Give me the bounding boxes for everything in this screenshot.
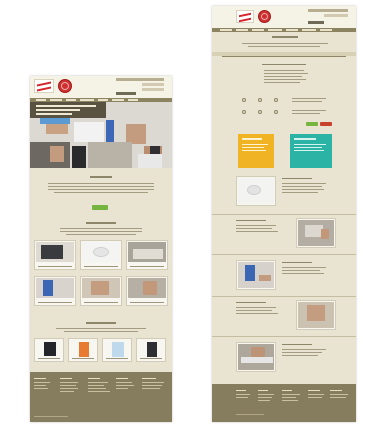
main-nav [212, 28, 356, 32]
product-card[interactable] [136, 338, 166, 362]
service-card[interactable] [34, 240, 76, 270]
info-panel-teal[interactable] [290, 134, 332, 168]
case-image [236, 260, 276, 290]
service-icon [242, 98, 246, 102]
quote-button[interactable] [306, 122, 318, 126]
page-title [272, 36, 298, 38]
screenshot-canvas [0, 0, 366, 426]
phone-link[interactable] [324, 14, 348, 17]
nav-item[interactable] [36, 99, 46, 101]
paragraph-line [48, 183, 154, 184]
section-heading [86, 322, 116, 324]
nav-item[interactable] [112, 99, 124, 101]
contact-button[interactable] [308, 21, 324, 24]
case-image [296, 300, 336, 330]
product-card[interactable] [34, 338, 64, 362]
top-link-bar[interactable] [116, 78, 164, 81]
case-image [236, 176, 276, 206]
service-icon [242, 110, 246, 114]
product-card[interactable] [68, 338, 98, 362]
nav-item[interactable] [252, 29, 264, 31]
service-card[interactable] [80, 276, 122, 306]
phone-link[interactable] [142, 83, 164, 86]
nav-item[interactable] [302, 29, 316, 31]
service-icon [274, 110, 278, 114]
site-header [30, 76, 172, 98]
nav-item[interactable] [98, 99, 108, 101]
nav-item[interactable] [286, 29, 298, 31]
info-panel-yellow[interactable] [238, 134, 274, 168]
nav-item[interactable] [128, 99, 138, 101]
nav-item[interactable] [220, 29, 232, 31]
service-icon [274, 98, 278, 102]
site-footer [30, 372, 172, 422]
service-icon [258, 110, 262, 114]
call-button[interactable] [320, 122, 332, 126]
hero-tagline [36, 105, 96, 107]
section-heading [86, 222, 116, 224]
nav-item[interactable] [66, 99, 76, 101]
site-header [212, 6, 356, 28]
site-footer [212, 384, 356, 422]
learn-more-button[interactable] [92, 205, 108, 210]
contact-button[interactable] [116, 92, 136, 95]
seal-icon [258, 10, 271, 23]
case-image [236, 342, 276, 372]
section-heading [262, 64, 306, 65]
nav-item[interactable] [50, 99, 62, 101]
service-card[interactable] [34, 276, 76, 306]
nav-item[interactable] [320, 29, 332, 31]
service-card[interactable] [126, 240, 168, 270]
service-icon [258, 98, 262, 102]
hero-collage [30, 102, 172, 168]
service-card[interactable] [80, 240, 122, 270]
service-card[interactable] [126, 276, 168, 306]
seal-icon [58, 79, 72, 93]
email-link[interactable] [142, 88, 164, 91]
top-link-bar[interactable] [308, 9, 348, 12]
nav-item[interactable] [236, 29, 248, 31]
logo-icon[interactable] [236, 10, 254, 23]
product-card[interactable] [102, 338, 132, 362]
nav-item[interactable] [268, 29, 282, 31]
nav-item[interactable] [80, 99, 94, 101]
homepage-preview [30, 76, 172, 422]
logo-icon[interactable] [34, 79, 54, 93]
case-image [296, 218, 336, 248]
section-heading [90, 176, 112, 178]
inner-page-preview [212, 6, 356, 422]
